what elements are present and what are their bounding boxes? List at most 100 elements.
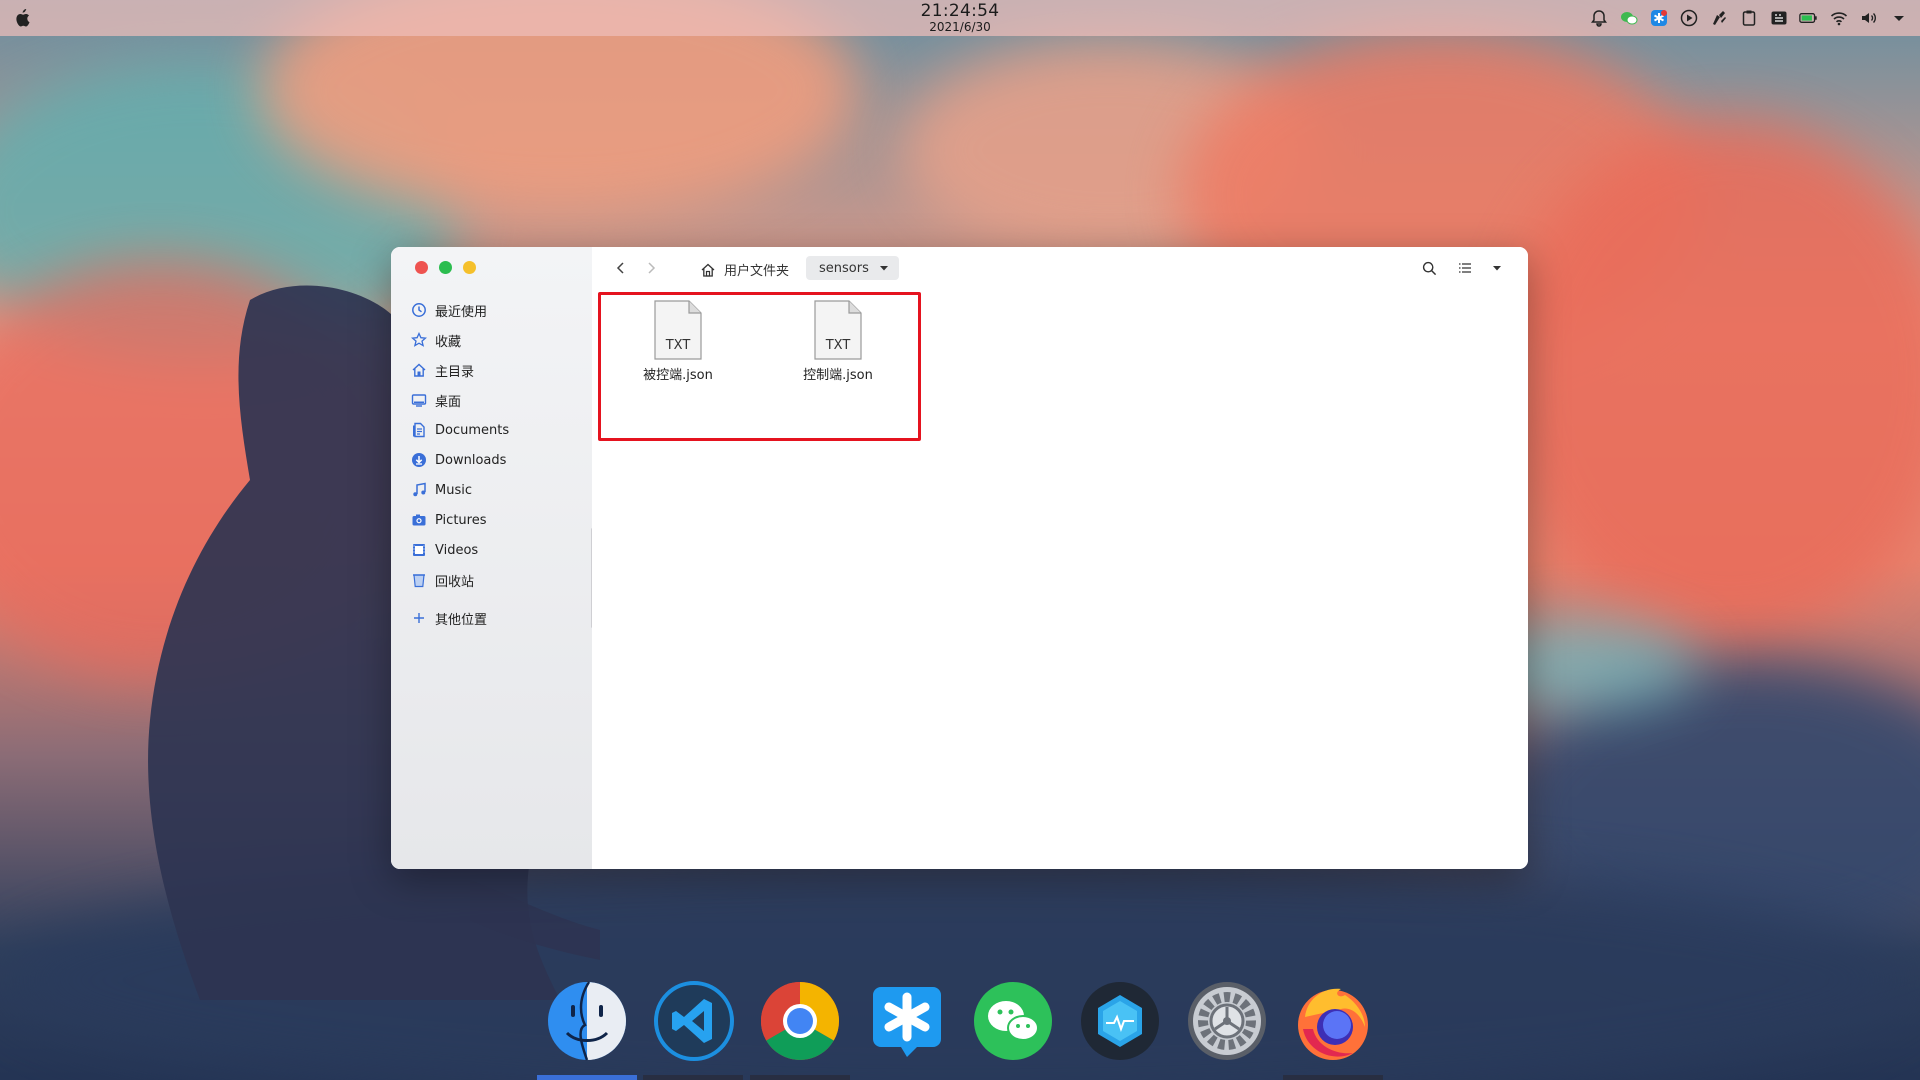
recent-icon xyxy=(411,302,427,318)
battery-icon[interactable] xyxy=(1799,9,1818,28)
sidebar-item-label: 最近使用 xyxy=(435,304,488,320)
list-view-button[interactable] xyxy=(1456,259,1474,277)
caret-down-icon xyxy=(1493,266,1501,271)
dock xyxy=(0,975,1920,1080)
sidebar-item-pictures[interactable]: Pictures xyxy=(411,505,581,535)
file-name: 控制端.json xyxy=(803,368,873,383)
sidebar-item-recent[interactable]: 最近使用 xyxy=(411,295,581,325)
asterisk-app-icon xyxy=(873,987,941,1057)
sidebar-item-label: Pictures xyxy=(435,512,487,528)
toolbar: 用户文件夹 sensors xyxy=(592,247,1528,289)
desktop-icon xyxy=(411,392,427,408)
downloads-icon xyxy=(411,452,427,468)
wechat-icon xyxy=(974,982,1052,1060)
firefox-icon xyxy=(1298,988,1368,1060)
vscode-icon xyxy=(654,981,734,1061)
pen-icon[interactable] xyxy=(1709,9,1728,28)
chevron-right-icon xyxy=(648,262,656,274)
sidebar-item-label: 收藏 xyxy=(435,334,462,350)
sidebar-item-label: Downloads xyxy=(435,452,507,468)
search-button[interactable] xyxy=(1420,259,1438,277)
sidebar-item-downloads[interactable]: Downloads xyxy=(411,445,581,475)
sidebar-item-desktop[interactable]: 桌面 xyxy=(411,385,581,415)
window-minimize-button[interactable] xyxy=(439,261,452,274)
dock-monitor[interactable] xyxy=(1077,978,1163,1064)
chevron-left-icon xyxy=(616,262,624,274)
wifi-icon[interactable] xyxy=(1829,9,1848,28)
chrome-icon xyxy=(760,982,840,1061)
breadcrumb-home-label: 用户文件夹 xyxy=(724,264,790,279)
sidebar-item-label: Videos xyxy=(435,542,479,558)
dock-chrome[interactable] xyxy=(757,978,843,1064)
dock-running-indicator xyxy=(750,1075,850,1080)
wechat-tray-icon[interactable] xyxy=(1619,9,1638,28)
home-icon xyxy=(411,362,427,378)
media-play-icon[interactable] xyxy=(1679,9,1698,28)
system-monitor-icon xyxy=(1081,982,1159,1060)
star-icon xyxy=(411,332,427,348)
settings-gear-icon xyxy=(1188,982,1266,1060)
plus-icon xyxy=(411,610,427,626)
trash-icon xyxy=(411,572,427,588)
dock-finder[interactable] xyxy=(544,978,630,1064)
volume-icon[interactable] xyxy=(1859,9,1878,28)
sidebar-item-other-locations[interactable]: 其他位置 xyxy=(411,603,581,633)
txt-file-icon: TXT xyxy=(654,300,702,360)
dock-running-indicator xyxy=(1283,1075,1383,1080)
search-icon xyxy=(1422,261,1436,275)
sidebar-item-label: 回收站 xyxy=(435,574,475,590)
file-type-label: TXT xyxy=(825,338,851,353)
breadcrumb-current-label: sensors xyxy=(819,260,869,276)
file-item[interactable]: TXT 被控端.json xyxy=(623,300,733,383)
file-manager-window: 最近使用 收藏 主目录 桌面 Documents Downloads Music… xyxy=(391,247,1528,869)
more-options-button[interactable] xyxy=(1527,259,1528,277)
dock-running-indicator xyxy=(643,1075,743,1080)
app-tray-icon[interactable] xyxy=(1649,9,1668,28)
sidebar-item-label: 桌面 xyxy=(435,394,462,410)
view-options-button[interactable] xyxy=(1488,259,1506,277)
list-icon xyxy=(1459,263,1471,273)
home-icon xyxy=(701,263,715,277)
file-type-label: TXT xyxy=(665,338,691,353)
sidebar-item-videos[interactable]: Videos xyxy=(411,535,581,565)
breadcrumb-home[interactable]: 用户文件夹 xyxy=(700,260,789,279)
sidebar-item-label: Music xyxy=(435,482,472,498)
sidebar-item-home[interactable]: 主目录 xyxy=(411,355,581,385)
dock-settings[interactable] xyxy=(1184,978,1270,1064)
bell-icon[interactable] xyxy=(1589,9,1608,28)
sidebar-item-documents[interactable]: Documents xyxy=(411,415,581,445)
dock-firefox[interactable] xyxy=(1290,978,1376,1064)
pictures-icon xyxy=(411,512,427,528)
chevron-down-icon[interactable] xyxy=(1889,9,1908,28)
caret-down-icon xyxy=(879,266,888,271)
system-tray xyxy=(1589,8,1908,28)
dock-wechat[interactable] xyxy=(970,978,1056,1064)
breadcrumb-current-folder[interactable]: sensors xyxy=(806,256,899,280)
back-button[interactable] xyxy=(612,259,630,277)
sidebar-item-label: 其他位置 xyxy=(435,612,488,628)
dock-vscode[interactable] xyxy=(651,978,737,1064)
sidebar-list: 最近使用 收藏 主目录 桌面 Documents Downloads Music… xyxy=(411,295,581,633)
window-close-button[interactable] xyxy=(415,261,428,274)
dock-asterisk-app[interactable] xyxy=(864,978,950,1064)
finder-icon xyxy=(548,981,626,1061)
sidebar: 最近使用 收藏 主目录 桌面 Documents Downloads Music… xyxy=(391,247,594,869)
file-item[interactable]: TXT 控制端.json xyxy=(783,300,893,383)
window-maximize-button[interactable] xyxy=(463,261,476,274)
keyboard-icon[interactable] xyxy=(1769,9,1788,28)
top-menu-bar: 21:24:54 2021/6/30 xyxy=(0,0,1920,36)
sidebar-item-music[interactable]: Music xyxy=(411,475,581,505)
forward-button[interactable] xyxy=(642,259,660,277)
clipboard-icon[interactable] xyxy=(1739,9,1758,28)
sidebar-item-label: Documents xyxy=(435,422,510,438)
txt-file-icon: TXT xyxy=(814,300,862,360)
file-content-area[interactable]: TXT 被控端.json TXT 控制端.json xyxy=(592,288,1528,869)
file-name: 被控端.json xyxy=(643,368,713,383)
sidebar-item-favorites[interactable]: 收藏 xyxy=(411,325,581,355)
sidebar-item-trash[interactable]: 回收站 xyxy=(411,565,581,595)
music-icon xyxy=(411,482,427,498)
sidebar-item-label: 主目录 xyxy=(435,364,475,380)
documents-icon xyxy=(411,422,427,438)
videos-icon xyxy=(411,542,427,558)
dock-active-indicator xyxy=(537,1075,637,1080)
